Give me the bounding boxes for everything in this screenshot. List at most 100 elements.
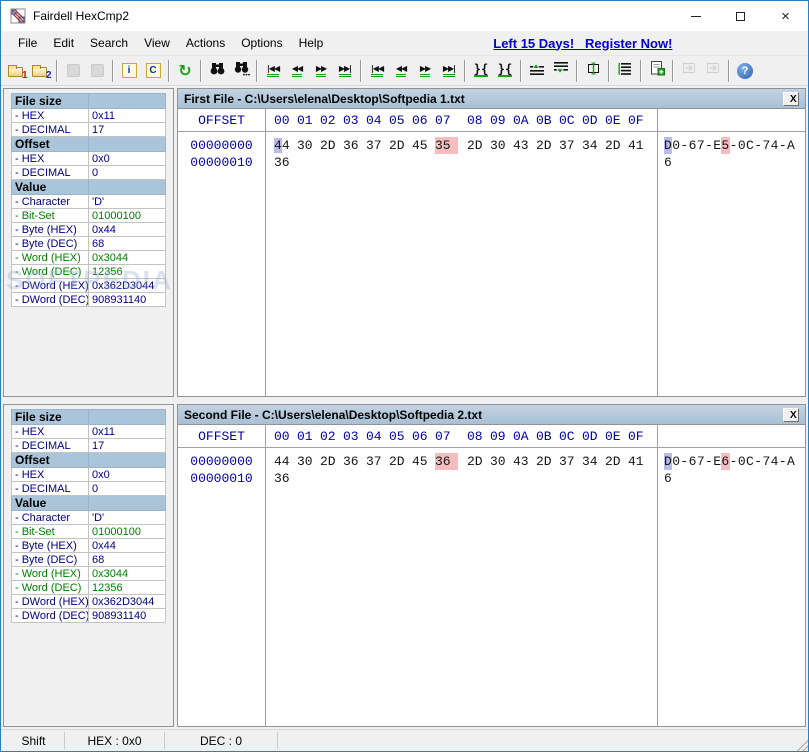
hex-byte[interactable]: 41	[628, 137, 651, 154]
hex-byte[interactable]: 34	[582, 453, 605, 470]
menu-edit[interactable]: Edit	[45, 32, 82, 54]
menu-file[interactable]: File	[10, 32, 45, 54]
hex-byte[interactable]: 41	[628, 453, 651, 470]
hex-byte[interactable]: 36	[274, 154, 297, 171]
hex-bytes-column[interactable]: 44302D36372D45362D30432D37342D4136	[266, 448, 658, 726]
ascii-char[interactable]: -	[779, 453, 787, 470]
shift-area-left-button[interactable]: }{	[469, 59, 493, 82]
ascii-column[interactable]: D0-67-E5-0C-74-A6	[658, 132, 805, 396]
menu-search[interactable]: Search	[82, 32, 136, 54]
hex-byte[interactable]: 36	[435, 453, 458, 470]
hex-bytes-column[interactable]: 44302D36372D45352D30432D37342D4136	[266, 132, 658, 396]
align-offset-up-button[interactable]	[525, 59, 549, 82]
previous-difference-button[interactable]: ◀◀	[285, 59, 309, 82]
menu-view[interactable]: View	[136, 32, 178, 54]
hex-byte[interactable]: 36	[274, 470, 297, 487]
last-difference-button[interactable]: ▶▶|	[333, 59, 357, 82]
ascii-char[interactable]: 0	[672, 453, 680, 470]
ascii-char[interactable]: E	[713, 453, 721, 470]
hex-byte[interactable]: 30	[490, 137, 513, 154]
hex-byte[interactable]: 2D	[605, 453, 628, 470]
ascii-char[interactable]: 0	[738, 453, 746, 470]
ascii-char[interactable]: 6	[689, 453, 697, 470]
ascii-char[interactable]: -	[705, 453, 713, 470]
help-button[interactable]: ?	[733, 59, 757, 82]
hex-byte[interactable]: 2D	[320, 137, 343, 154]
ascii-char[interactable]: C	[746, 453, 754, 470]
resize-grip-icon[interactable]	[795, 738, 808, 751]
ascii-column[interactable]: D0-67-E6-0C-74-A6	[658, 448, 805, 726]
menu-help[interactable]: Help	[291, 32, 332, 54]
file-info-button[interactable]: i	[117, 59, 141, 82]
hex-byte[interactable]: 45	[412, 453, 435, 470]
next-equal-block-button[interactable]: ▶▶	[413, 59, 437, 82]
hex-byte[interactable]: 44	[274, 137, 297, 154]
hex-byte[interactable]: 2D	[536, 137, 559, 154]
select-block-button[interactable]	[581, 59, 605, 82]
hex-byte[interactable]: 43	[513, 453, 536, 470]
align-offset-down-button[interactable]	[549, 59, 573, 82]
ascii-char[interactable]: 5	[721, 137, 729, 154]
shift-area-right-button[interactable]: }{	[493, 59, 517, 82]
ascii-char[interactable]: 7	[762, 453, 770, 470]
close-button[interactable]: ×	[763, 1, 808, 31]
ascii-char[interactable]: -	[705, 137, 713, 154]
panel-close-button[interactable]: X	[783, 408, 799, 422]
ascii-char[interactable]: D	[664, 453, 672, 470]
open-first-file-button[interactable]: 1	[5, 59, 29, 82]
ascii-char[interactable]: -	[779, 137, 787, 154]
hex-byte[interactable]: 44	[274, 453, 297, 470]
ascii-char[interactable]: 6	[664, 154, 672, 171]
first-equal-block-button[interactable]: |◀◀	[365, 59, 389, 82]
maximize-button[interactable]	[718, 1, 763, 31]
hex-byte[interactable]: 45	[412, 137, 435, 154]
ascii-char[interactable]: 6	[689, 137, 697, 154]
ascii-char[interactable]: -	[730, 137, 738, 154]
hex-byte[interactable]: 35	[435, 137, 458, 154]
hex-byte[interactable]: 30	[490, 453, 513, 470]
recompare-button[interactable]: ↻	[173, 59, 197, 82]
hex-byte[interactable]: 43	[513, 137, 536, 154]
ascii-char[interactable]: A	[787, 137, 795, 154]
ascii-char[interactable]: 0	[672, 137, 680, 154]
ascii-char[interactable]: C	[746, 137, 754, 154]
byte-per-line-button[interactable]	[613, 59, 637, 82]
ascii-char[interactable]: 6	[721, 453, 729, 470]
ascii-char[interactable]: 7	[697, 137, 705, 154]
hex-byte[interactable]: 37	[366, 453, 389, 470]
hex-byte[interactable]: 30	[297, 137, 320, 154]
ascii-char[interactable]: 7	[697, 453, 705, 470]
next-difference-button[interactable]: ▶▶	[309, 59, 333, 82]
hex-byte[interactable]: 37	[366, 137, 389, 154]
hex-byte[interactable]: 34	[582, 137, 605, 154]
compare-mode-button[interactable]: C	[141, 59, 165, 82]
hex-byte[interactable]: 2D	[389, 453, 412, 470]
first-difference-button[interactable]: |◀◀	[261, 59, 285, 82]
hex-byte[interactable]: 36	[343, 137, 366, 154]
hex-byte[interactable]: 2D	[605, 137, 628, 154]
find-next-button[interactable]	[229, 59, 253, 82]
last-equal-block-button[interactable]: ▶▶|	[437, 59, 461, 82]
ascii-char[interactable]: 4	[771, 453, 779, 470]
ascii-char[interactable]: -	[730, 453, 738, 470]
menu-options[interactable]: Options	[233, 32, 290, 54]
hex-byte[interactable]: 2D	[320, 453, 343, 470]
ascii-char[interactable]: E	[713, 137, 721, 154]
ascii-char[interactable]: -	[754, 137, 762, 154]
hex-byte[interactable]: 2D	[467, 453, 490, 470]
open-second-file-button[interactable]: 2	[29, 59, 53, 82]
ascii-char[interactable]: 4	[771, 137, 779, 154]
hex-byte[interactable]: 2D	[536, 453, 559, 470]
minimize-button[interactable]	[673, 1, 718, 31]
hex-byte[interactable]: 37	[559, 453, 582, 470]
hex-byte[interactable]: 30	[297, 453, 320, 470]
ascii-char[interactable]: D	[664, 137, 672, 154]
create-report-button[interactable]	[645, 59, 669, 82]
hex-byte[interactable]: 2D	[467, 137, 490, 154]
previous-equal-block-button[interactable]: ◀◀	[389, 59, 413, 82]
menu-actions[interactable]: Actions	[178, 32, 233, 54]
ascii-char[interactable]: 0	[738, 137, 746, 154]
ascii-char[interactable]: 7	[762, 137, 770, 154]
ascii-char[interactable]: -	[754, 453, 762, 470]
ascii-char[interactable]: 6	[664, 470, 672, 487]
